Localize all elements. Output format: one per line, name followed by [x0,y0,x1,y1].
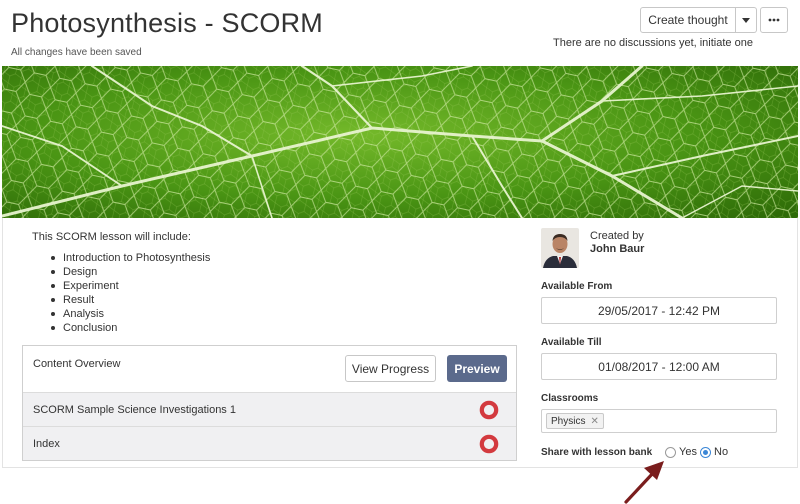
classroom-tag: Physics ✕ [546,413,604,429]
create-thought-button[interactable]: Create thought [640,7,736,33]
available-till-label: Available Till [541,337,602,348]
content-item-label: Index [33,438,60,450]
page-title: Photosynthesis - SCORM [11,8,323,38]
status-ring-icon [479,434,499,454]
available-from-field[interactable]: 29/05/2017 - 12:42 PM [541,297,777,324]
content-overview-panel: Content Overview View Progress Preview S… [22,345,517,461]
classroom-tag-label: Physics [551,415,586,427]
more-options-button[interactable] [760,7,788,33]
lesson-banner-image [2,66,798,218]
available-till-field[interactable]: 01/08/2017 - 12:00 AM [541,353,777,380]
list-item: Experiment [50,279,210,293]
share-no-radio[interactable] [700,447,711,458]
created-by-label: Created by [590,230,644,242]
classrooms-input[interactable]: Physics ✕ [541,409,777,433]
list-item: Analysis [50,307,210,321]
share-yes-label[interactable]: Yes [679,446,697,458]
share-yes-radio[interactable] [665,447,676,458]
caret-down-icon [742,17,750,23]
discussions-status[interactable]: There are no discussions yet, initiate o… [553,37,753,49]
author-avatar [541,228,579,268]
leaf-texture-image [2,66,798,218]
create-thought-group: Create thought [640,7,757,33]
arrow-annotation-icon [624,461,664,504]
avatar-image [541,228,579,268]
status-ring-icon [479,400,499,420]
topic-list: Introduction to Photosynthesis Design Ex… [50,251,210,335]
list-item: Design [50,265,210,279]
list-item: Introduction to Photosynthesis [50,251,210,265]
share-lesson-bank-label: Share with lesson bank [541,447,653,458]
lesson-intro: This SCORM lesson will include: [32,231,191,243]
author-name: John Baur [590,243,645,255]
content-overview-title: Content Overview [33,358,121,370]
list-item: Conclusion [50,321,210,335]
view-progress-button[interactable]: View Progress [345,355,436,382]
share-no-label[interactable]: No [714,446,728,458]
ellipsis-icon [768,18,780,22]
save-status: All changes have been saved [11,47,142,58]
content-item-row[interactable]: Index [23,426,516,460]
classrooms-label: Classrooms [541,393,599,404]
list-item: Result [50,293,210,307]
content-item-label: SCORM Sample Science Investigations 1 [33,404,236,416]
create-thought-dropdown-button[interactable] [736,7,757,33]
close-icon[interactable]: ✕ [590,416,598,427]
available-from-label: Available From [541,281,613,292]
preview-button[interactable]: Preview [447,355,507,382]
content-item-row[interactable]: SCORM Sample Science Investigations 1 [23,392,516,426]
